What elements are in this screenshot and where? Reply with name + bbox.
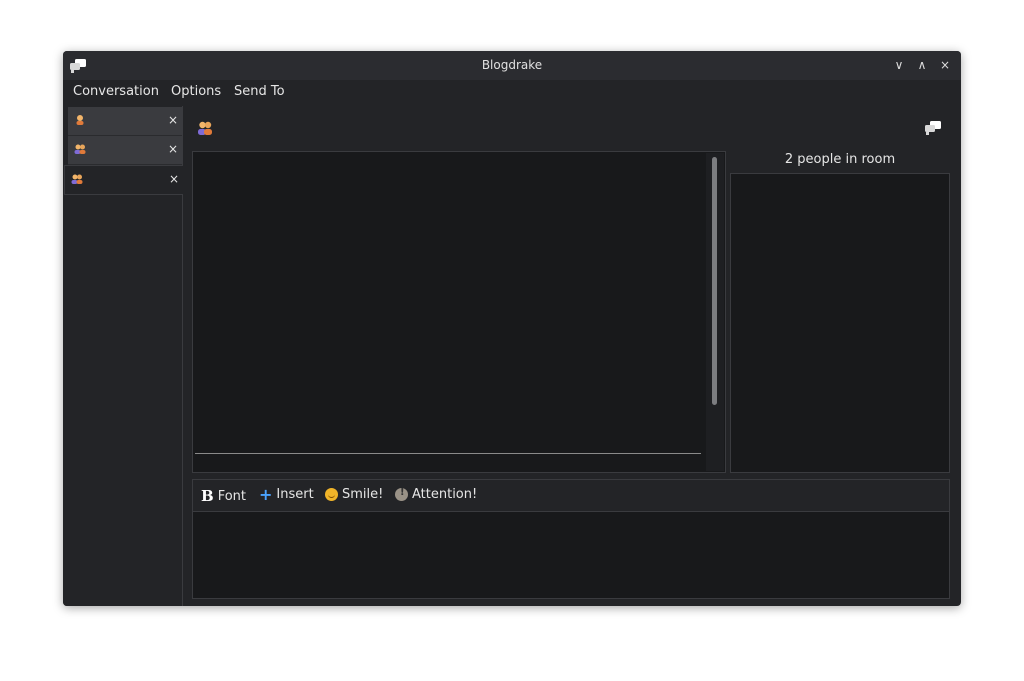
maximize-button[interactable]: ∧ xyxy=(914,57,930,73)
smiley-icon xyxy=(325,488,338,501)
people-count-label: 2 people in room xyxy=(784,152,896,167)
tab-conversation-1[interactable]: × xyxy=(68,107,182,136)
chat-bubbles-icon[interactable] xyxy=(925,121,941,135)
chat-divider xyxy=(195,453,701,454)
participant-list[interactable] xyxy=(730,173,950,473)
app-window: Blogdrake ∨ ∧ × Conversation Options Sen… xyxy=(63,51,961,606)
tab-conversation-3[interactable]: × xyxy=(64,165,183,195)
conversation-panel: 2 people in room B Font + Insert Smile! xyxy=(183,106,961,606)
minimize-button[interactable]: ∨ xyxy=(891,57,907,73)
person-icon xyxy=(76,115,84,125)
attention-button[interactable]: Attention! xyxy=(395,487,477,502)
tab-close-icon[interactable]: × xyxy=(169,172,179,186)
group-icon xyxy=(74,144,86,154)
bold-icon: B xyxy=(201,487,214,505)
chat-history[interactable] xyxy=(192,151,726,473)
group-icon xyxy=(71,174,83,184)
window-title: Blogdrake xyxy=(481,58,543,72)
font-label: Font xyxy=(217,488,246,504)
menu-conversation[interactable]: Conversation xyxy=(73,84,159,99)
smile-label: Smile! xyxy=(342,487,384,502)
group-icon xyxy=(198,121,212,135)
menu-bar: Conversation Options Send To xyxy=(63,80,961,106)
tab-close-icon[interactable]: × xyxy=(168,142,178,156)
close-window-button[interactable]: × xyxy=(937,57,953,73)
menu-send-to[interactable]: Send To xyxy=(234,84,285,99)
menu-options[interactable]: Options xyxy=(171,84,221,99)
attention-icon xyxy=(395,487,408,501)
scrollbar-thumb[interactable] xyxy=(712,157,717,405)
conversation-tabs: × × × xyxy=(63,106,183,606)
format-toolbar: B Font + Insert Smile! Attention! xyxy=(193,480,949,512)
message-composer: B Font + Insert Smile! Attention! xyxy=(192,479,950,599)
insert-label: Insert xyxy=(276,487,314,502)
message-input[interactable] xyxy=(193,512,949,598)
smile-button[interactable]: Smile! xyxy=(325,487,383,502)
insert-button[interactable]: + Insert xyxy=(259,485,314,504)
font-button[interactable]: B Font xyxy=(201,487,246,505)
attention-label: Attention! xyxy=(412,487,478,502)
tab-conversation-2[interactable]: × xyxy=(68,136,182,165)
tab-close-icon[interactable]: × xyxy=(168,113,178,127)
plus-icon: + xyxy=(259,485,273,504)
chat-scrollbar[interactable] xyxy=(706,153,724,471)
title-bar[interactable]: Blogdrake ∨ ∧ × xyxy=(63,51,961,80)
